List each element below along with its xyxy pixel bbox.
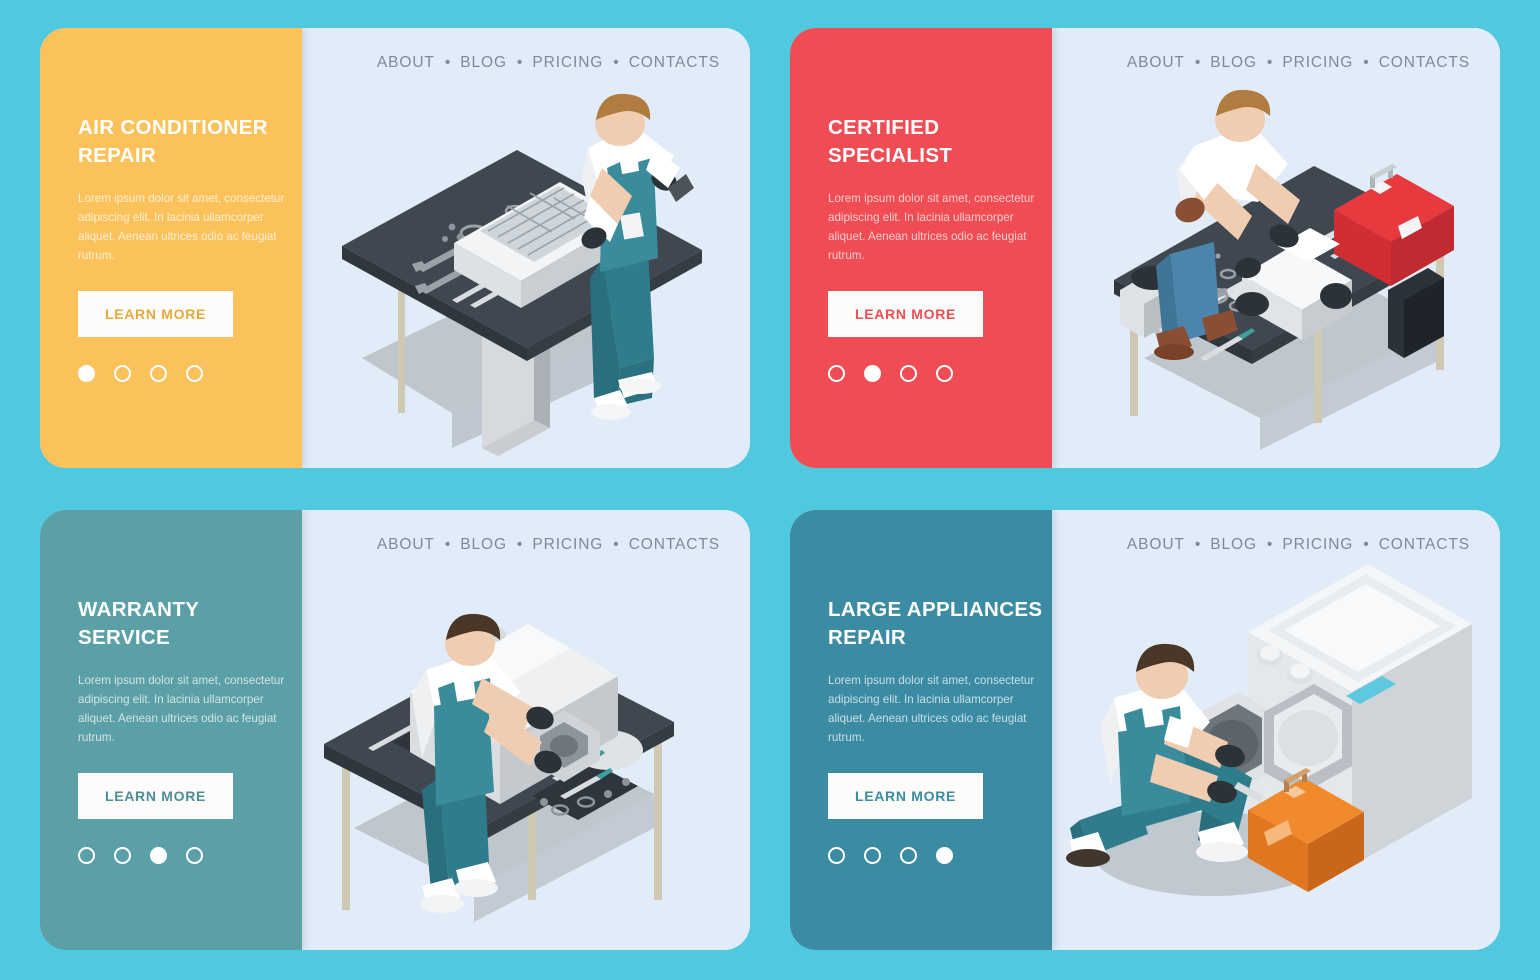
nav-separator: •	[613, 54, 619, 72]
nav-link-contacts[interactable]: CONTACTS	[1379, 54, 1470, 72]
nav-separator: •	[1266, 536, 1273, 554]
illustration-air-conditioner-repair	[342, 93, 702, 456]
carousel-dots	[828, 365, 1052, 383]
nav-separator: •	[1266, 54, 1273, 72]
nav-link-contacts[interactable]: CONTACTS	[629, 54, 720, 72]
nav-link-contacts[interactable]: CONTACTS	[629, 536, 720, 554]
card-illustration-stage: ABOUT • BLOG • PRICING • CONTACTS	[302, 28, 750, 468]
nav-separator: •	[1363, 54, 1369, 72]
carousel-dot-2[interactable]	[864, 847, 881, 865]
card-illustration-stage: ABOUT • BLOG • PRICING • CONTACTS	[1052, 510, 1500, 950]
learn-more-button[interactable]: LEARN MORE	[78, 773, 233, 820]
nav-separator: •	[444, 54, 451, 72]
carousel-dot-3[interactable]	[150, 847, 167, 865]
page-title: WARRANTY SERVICE	[78, 597, 199, 649]
card-panel: LARGE APPLIANCES REPAIR Lorem ipsum dolo…	[790, 510, 1052, 950]
page-title: LARGE APPLIANCES REPAIR	[828, 597, 1043, 649]
page-title: AIR CONDITIONER REPAIR	[78, 115, 268, 167]
card-illustration-stage: ABOUT • BLOG • PRICING • CONTACTS	[1052, 28, 1500, 468]
nav-separator: •	[516, 536, 523, 554]
nav-separator: •	[1363, 536, 1369, 554]
carousel-dot-4[interactable]	[936, 847, 953, 865]
banner-card-air-conditioner-repair: AIR CONDITIONER REPAIR Lorem ipsum dolor…	[40, 28, 750, 468]
nav-separator: •	[444, 536, 451, 554]
carousel-dot-1[interactable]	[78, 365, 95, 383]
learn-more-button[interactable]: LEARN MORE	[828, 291, 983, 338]
learn-more-button[interactable]: LEARN MORE	[78, 291, 233, 338]
carousel-dots	[78, 365, 302, 383]
card-body-text: Lorem ipsum dolor sit amet, consectetur …	[828, 192, 1035, 262]
carousel-dot-4[interactable]	[186, 847, 203, 865]
carousel-dot-2[interactable]	[114, 365, 131, 383]
nav-link-pricing[interactable]: PRICING	[532, 54, 603, 72]
top-navigation: ABOUT • BLOG • PRICING • CONTACTS	[377, 536, 720, 554]
learn-more-button[interactable]: LEARN MORE	[828, 773, 983, 820]
nav-separator: •	[516, 54, 523, 72]
nav-separator: •	[613, 536, 619, 554]
card-body-text: Lorem ipsum dolor sit amet, consectetur …	[78, 192, 285, 262]
banner-card-large-appliances-repair: LARGE APPLIANCES REPAIR Lorem ipsum dolo…	[790, 510, 1500, 950]
nav-link-blog[interactable]: BLOG	[460, 536, 507, 554]
carousel-dot-2[interactable]	[864, 365, 881, 383]
carousel-dot-4[interactable]	[936, 365, 953, 383]
banner-grid: AIR CONDITIONER REPAIR Lorem ipsum dolor…	[40, 28, 1500, 952]
card-panel: WARRANTY SERVICE Lorem ipsum dolor sit a…	[40, 510, 302, 950]
nav-link-pricing[interactable]: PRICING	[1282, 54, 1353, 72]
carousel-dot-2[interactable]	[114, 847, 131, 865]
top-navigation: ABOUT • BLOG • PRICING • CONTACTS	[1127, 536, 1470, 554]
nav-link-blog[interactable]: BLOG	[460, 54, 507, 72]
top-navigation: ABOUT • BLOG • PRICING • CONTACTS	[377, 54, 720, 72]
banner-card-certified-specialist: CERTIFIED SPECIALIST Lorem ipsum dolor s…	[790, 28, 1500, 468]
card-illustration-stage: ABOUT • BLOG • PRICING • CONTACTS	[302, 510, 750, 950]
carousel-dot-1[interactable]	[78, 847, 95, 865]
page-root: AIR CONDITIONER REPAIR Lorem ipsum dolor…	[0, 0, 1540, 980]
top-navigation: ABOUT • BLOG • PRICING • CONTACTS	[1127, 54, 1470, 72]
nav-link-pricing[interactable]: PRICING	[532, 536, 603, 554]
nav-link-about[interactable]: ABOUT	[1127, 536, 1185, 554]
carousel-dot-3[interactable]	[900, 847, 917, 865]
nav-link-about[interactable]: ABOUT	[1127, 54, 1185, 72]
nav-link-about[interactable]: ABOUT	[377, 536, 435, 554]
nav-link-contacts[interactable]: CONTACTS	[1379, 536, 1470, 554]
illustration-large-appliances-repair	[1066, 564, 1472, 896]
nav-link-pricing[interactable]: PRICING	[1282, 536, 1353, 554]
carousel-dot-3[interactable]	[150, 365, 167, 383]
carousel-dot-1[interactable]	[828, 847, 845, 865]
carousel-dots	[828, 847, 1052, 865]
carousel-dots	[78, 847, 302, 865]
illustration-certified-specialist	[1114, 89, 1454, 450]
banner-card-warranty-service: WARRANTY SERVICE Lorem ipsum dolor sit a…	[40, 510, 750, 950]
nav-link-blog[interactable]: BLOG	[1210, 536, 1257, 554]
card-panel: CERTIFIED SPECIALIST Lorem ipsum dolor s…	[790, 28, 1052, 468]
nav-separator: •	[1194, 536, 1201, 554]
carousel-dot-4[interactable]	[186, 365, 203, 383]
illustration-warranty-service	[324, 613, 674, 922]
card-panel: AIR CONDITIONER REPAIR Lorem ipsum dolor…	[40, 28, 302, 468]
card-body-text: Lorem ipsum dolor sit amet, consectetur …	[828, 674, 1035, 744]
page-title: CERTIFIED SPECIALIST	[828, 115, 953, 167]
nav-link-blog[interactable]: BLOG	[1210, 54, 1257, 72]
carousel-dot-3[interactable]	[900, 365, 917, 383]
nav-separator: •	[1194, 54, 1201, 72]
card-body-text: Lorem ipsum dolor sit amet, consectetur …	[78, 674, 285, 744]
nav-link-about[interactable]: ABOUT	[377, 54, 435, 72]
carousel-dot-1[interactable]	[828, 365, 845, 383]
